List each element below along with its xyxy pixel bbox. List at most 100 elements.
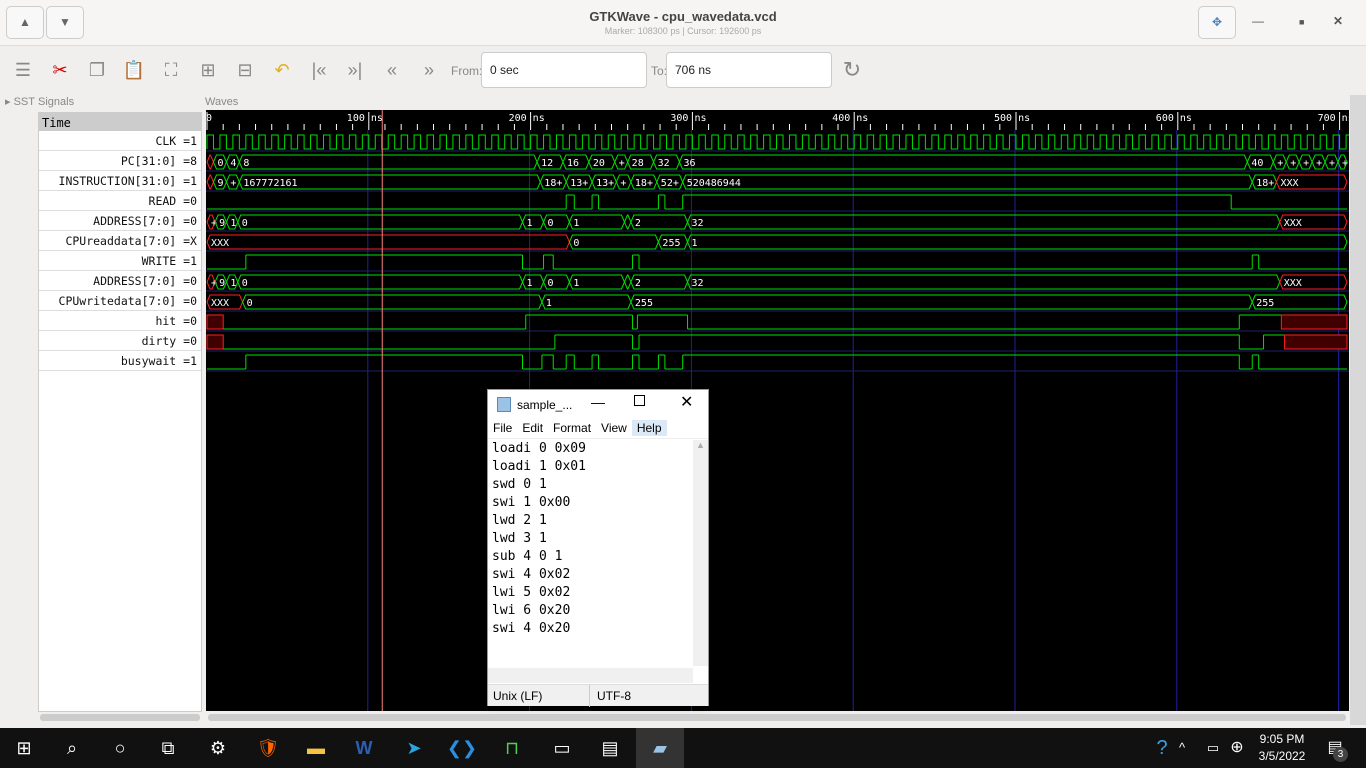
ruler-label: 200 ns <box>509 113 545 124</box>
bus-value: 1 <box>527 278 533 289</box>
terminal-icon[interactable]: ▭ <box>538 728 586 768</box>
signal-name[interactable]: CLK =1 <box>39 131 201 151</box>
copy-icon[interactable]: ❐ <box>85 58 109 82</box>
battery-icon[interactable]: ▭ <box>1200 728 1226 768</box>
cortana-icon[interactable]: ○ <box>96 728 144 768</box>
unknown-segment <box>1280 314 1348 330</box>
paste-icon[interactable]: 📋 <box>122 58 146 82</box>
bus-value: 32 <box>658 158 670 169</box>
to-label: To: <box>651 64 668 78</box>
menu-icon[interactable]: ☰ <box>11 58 35 82</box>
bus-value: + <box>1277 158 1283 169</box>
maximize-button[interactable]: ■ <box>1299 17 1304 27</box>
go-end-icon[interactable]: »| <box>343 58 367 82</box>
notepad-taskbar-icon[interactable]: ▰ <box>636 728 684 768</box>
search-icon[interactable]: ⌕ <box>48 728 96 768</box>
bus-value: 36 <box>683 158 695 169</box>
bus-value: 28 <box>632 158 644 169</box>
signal-name[interactable]: INSTRUCTION[31:0] =1 <box>39 171 201 191</box>
notepad-minimize[interactable]: — <box>591 394 605 410</box>
signal-name[interactable]: READ =0 <box>39 191 201 211</box>
bus-value: 0 <box>548 218 554 229</box>
notepad-maximize[interactable] <box>634 395 645 406</box>
file-explorer-icon[interactable]: ▬ <box>292 728 340 768</box>
bus-value: 18+ <box>544 178 562 189</box>
unknown-segment <box>206 314 224 330</box>
signals-scrollbar[interactable] <box>40 714 200 721</box>
prev-edge-icon[interactable]: « <box>380 58 404 82</box>
bus-value: + <box>1303 158 1309 169</box>
bus-value: XXX <box>211 298 229 309</box>
signal-name[interactable]: ADDRESS[7:0] =0 <box>39 271 201 291</box>
bus-segment <box>687 234 1348 250</box>
signal-name[interactable]: CPUwritedata[7:0] =0 <box>39 291 201 311</box>
zoom-in-icon[interactable]: ⊞ <box>196 58 220 82</box>
bus-segment <box>623 274 632 290</box>
zoom-fit-icon[interactable]: ⛶ <box>159 58 183 82</box>
move-icon[interactable]: ✥ <box>1198 6 1236 39</box>
bus-segment <box>206 154 215 170</box>
notepad-hscrollbar[interactable] <box>488 668 693 683</box>
signal-name[interactable]: PC[31:0] =8 <box>39 151 201 171</box>
notepad-menu-file[interactable]: File <box>488 420 517 436</box>
from-label: From: <box>451 64 483 78</box>
ruler-label: 700 ns <box>1318 113 1349 124</box>
bus-segment <box>541 294 632 310</box>
zoom-out-icon[interactable]: ⊟ <box>233 58 257 82</box>
bus-value: 9 <box>219 218 225 229</box>
telegram-icon[interactable]: ➤ <box>390 728 438 768</box>
unknown-segment <box>1284 334 1348 350</box>
vertical-scrollbar[interactable] <box>1350 95 1366 725</box>
settings-icon[interactable]: ⚙ <box>194 728 242 768</box>
bus-value: 8 <box>243 158 249 169</box>
task-view-icon[interactable]: ⧉ <box>144 728 192 768</box>
header-bar: ▲ ▼ GTKWave - cpu_wavedata.vcd Marker: 1… <box>0 0 1366 46</box>
reload-icon[interactable]: ↻ <box>840 58 864 82</box>
notepad-menu-view[interactable]: View <box>596 420 632 436</box>
sst-label: SST <box>13 96 35 108</box>
go-start-icon[interactable]: |« <box>307 58 331 82</box>
windows-start-icon[interactable]: ⊞ <box>0 728 48 768</box>
clock[interactable]: 9:05 PM 3/5/2022 <box>1252 731 1312 765</box>
waves-panel[interactable]: 0 100 ns 200 ns 300 ns 400 ns 500 ns 600 ns 700… <box>206 110 1354 711</box>
from-input[interactable]: 0 sec <box>481 52 647 88</box>
signal-name[interactable]: hit =0 <box>39 311 201 331</box>
signal-name[interactable]: dirty =0 <box>39 331 201 351</box>
network-icon[interactable]: ⊕ <box>1224 728 1250 768</box>
notepad-menu-edit[interactable]: Edit <box>517 420 548 436</box>
bus-value: 1 <box>527 218 533 229</box>
signal-name[interactable]: CPUreaddata[7:0] =X <box>39 231 201 251</box>
bus-value: XXX <box>1284 278 1302 289</box>
bus-segment <box>242 294 543 310</box>
notepad-text[interactable]: loadi 0 0x09 loadi 1 0x01 swd 0 1 swi 1 … <box>492 440 586 638</box>
minimize-button[interactable]: — <box>1252 14 1264 28</box>
bus-value: 1 <box>230 278 236 289</box>
notepad-menu-help[interactable]: Help <box>631 420 667 436</box>
waveform-canvas[interactable]: 0 100 ns 200 ns 300 ns 400 ns 500 ns 600 ns 700… <box>206 110 1354 711</box>
notepad-window[interactable]: sample_... — ✕ File Edit Format View Help lo… <box>487 389 709 707</box>
bus-value: 32 <box>692 278 704 289</box>
notepad-close[interactable]: ✕ <box>680 392 693 412</box>
gtkwave-icon[interactable]: ⊓ <box>488 728 536 768</box>
waves-scrollbar[interactable] <box>208 714 1346 721</box>
signal-name[interactable]: ADDRESS[7:0] =0 <box>39 211 201 231</box>
vscode-icon[interactable]: ❮❯ <box>438 728 486 768</box>
encoding-status: UTF-8 <box>597 689 631 703</box>
word-icon[interactable]: W <box>340 728 388 768</box>
chevron-up-icon[interactable]: ^ <box>1170 728 1194 768</box>
notepad-scrollbar[interactable]: ▲ <box>693 440 708 666</box>
signal-name[interactable]: busywait =1 <box>39 351 201 371</box>
bus-value: + <box>1316 158 1322 169</box>
cut-icon[interactable]: ✂ <box>48 58 72 82</box>
waves-label: Waves <box>205 96 239 108</box>
app-icon[interactable]: ▤ <box>586 728 634 768</box>
signal-name[interactable]: WRITE =1 <box>39 251 201 271</box>
undo-icon[interactable]: ↶ <box>270 58 294 82</box>
sst-expander[interactable]: ▸ SST <box>5 95 35 108</box>
close-button[interactable]: ✕ <box>1333 14 1343 28</box>
next-edge-icon[interactable]: » <box>417 58 441 82</box>
to-input[interactable]: 706 ns <box>666 52 832 88</box>
brave-icon[interactable]: 🛡 <box>244 728 292 768</box>
bus-value: + <box>1342 158 1348 169</box>
notepad-menu-format[interactable]: Format <box>548 420 596 436</box>
